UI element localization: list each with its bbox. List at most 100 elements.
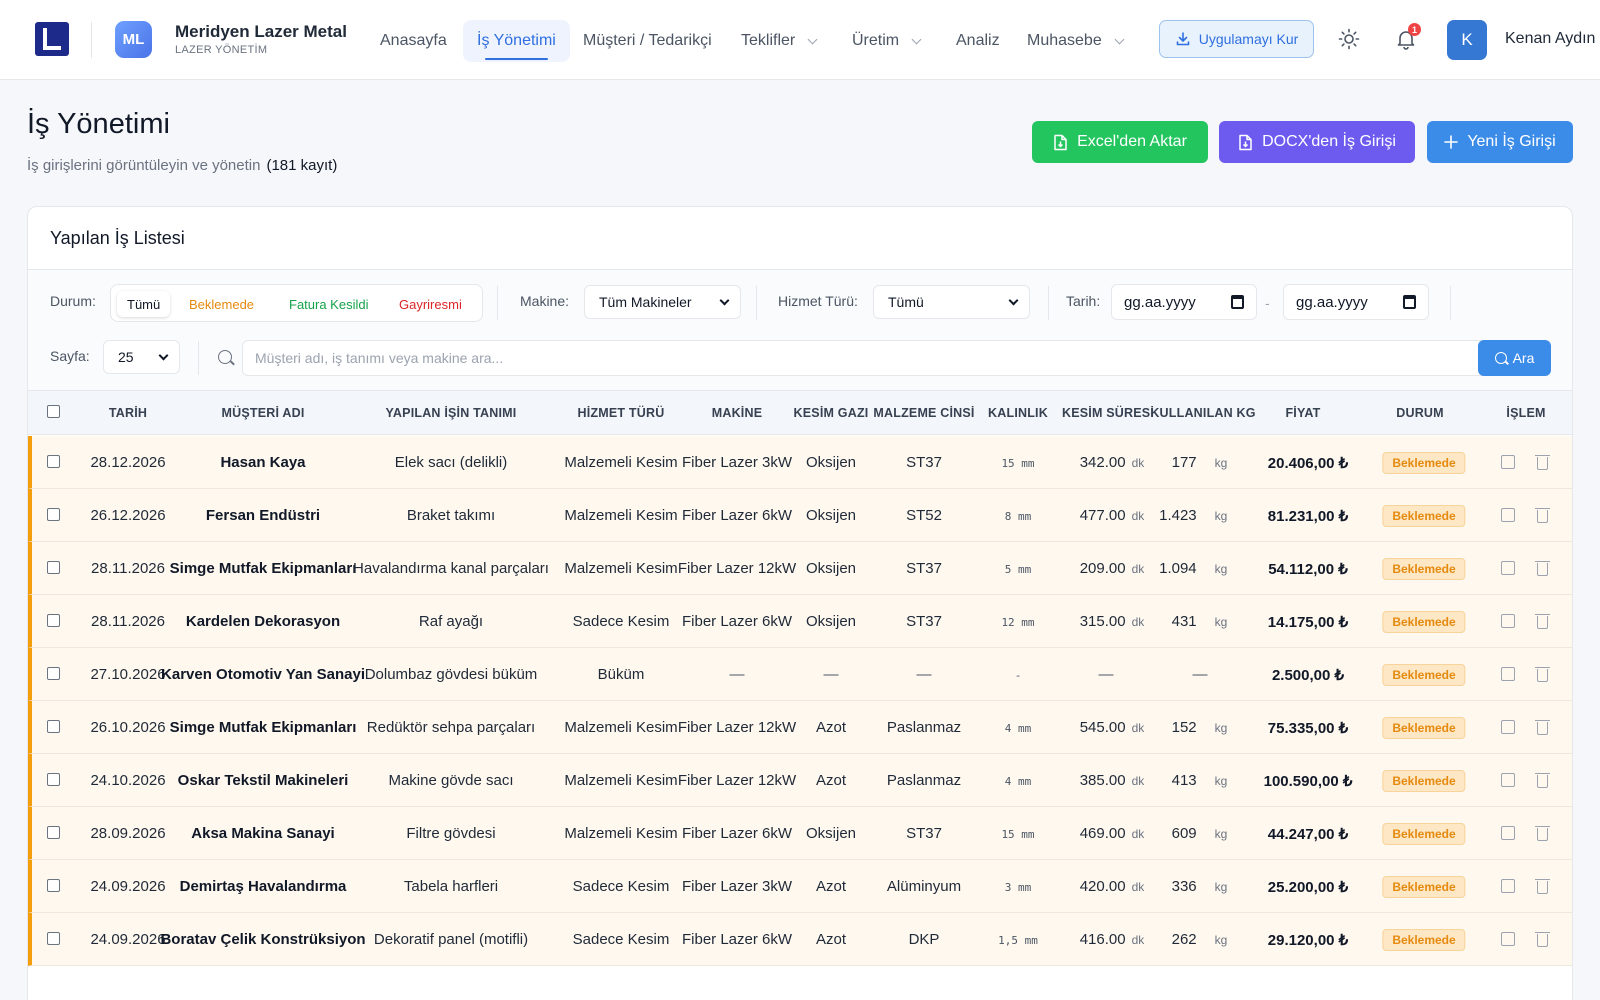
cell-customer: Hasan Kaya xyxy=(220,454,306,471)
nav-quotes[interactable]: Teklifler xyxy=(727,20,830,62)
search-icon xyxy=(1494,352,1507,364)
trash-icon[interactable] xyxy=(1535,773,1550,788)
page-size-select[interactable]: 25 xyxy=(103,340,180,374)
trash-icon[interactable] xyxy=(1535,667,1550,682)
nav-production[interactable]: Üretim xyxy=(838,20,934,62)
user-name[interactable]: Kenan Aydın xyxy=(1505,30,1595,48)
nav-home[interactable]: Anasayfa xyxy=(366,20,461,62)
edit-icon[interactable] xyxy=(1501,773,1515,787)
user-avatar[interactable]: K xyxy=(1447,20,1487,60)
duration-value: 209.00 xyxy=(1079,560,1126,577)
edit-icon[interactable] xyxy=(1501,879,1515,893)
theme-toggle-button[interactable] xyxy=(1331,21,1367,57)
duration-unit: dk xyxy=(1131,827,1145,841)
date-from-input[interactable]: gg.aa.yyyy xyxy=(1111,284,1257,320)
edit-icon[interactable] xyxy=(1501,561,1515,575)
row-checkbox[interactable] xyxy=(47,561,60,574)
cell-gas: Oksijen xyxy=(805,507,857,524)
search-input[interactable]: Müşteri adı, iş tanımı veya makine ara..… xyxy=(242,340,1496,376)
col-material[interactable]: MALZEME CİNSİ xyxy=(873,406,974,420)
app-logo[interactable] xyxy=(35,22,69,56)
trash-icon[interactable] xyxy=(1535,720,1550,735)
row-checkbox[interactable] xyxy=(47,667,60,680)
file-import-icon xyxy=(1054,134,1067,150)
cell-date: 26.12.2026 xyxy=(90,507,166,524)
col-customer[interactable]: MÜŞTERİ ADI xyxy=(222,406,305,420)
cell-description: Dekoratif panel (motifli) xyxy=(373,931,529,948)
status-option-waiting[interactable]: Beklemede xyxy=(179,291,264,317)
notifications-button[interactable]: 1 xyxy=(1388,21,1424,57)
row-checkbox[interactable] xyxy=(47,720,60,733)
new-job-button[interactable]: Yeni İş Girişi xyxy=(1427,121,1573,163)
chevron-down-icon xyxy=(719,295,730,306)
cell-machine: Fiber Lazer 6kW xyxy=(681,825,793,842)
service-type-select[interactable]: Tümü xyxy=(873,285,1030,319)
col-duration[interactable]: KESİM SÜRESİ xyxy=(1062,406,1154,420)
trash-icon[interactable] xyxy=(1535,879,1550,894)
trash-icon[interactable] xyxy=(1535,561,1550,576)
status-option-all[interactable]: Tümü xyxy=(117,291,171,317)
import-docx-button[interactable]: DOCX'den İş Girişi xyxy=(1219,121,1415,163)
status-option-invoiced[interactable]: Fatura Kesildi xyxy=(279,291,378,317)
row-checkbox[interactable] xyxy=(47,508,60,521)
import-excel-button[interactable]: Excel'den Aktar xyxy=(1032,121,1208,163)
table-row[interactable]: 28.12.2026 Hasan Kaya Elek sacı (delikli) M… xyxy=(28,436,1572,489)
table-row[interactable]: 24.10.2026 Oskar Tekstil Makineleri Makine… xyxy=(28,754,1572,807)
row-checkbox[interactable] xyxy=(47,614,60,627)
edit-icon[interactable] xyxy=(1501,826,1515,840)
table-row[interactable]: 26.12.2026 Fersan Endüstri Braket takımı Ma… xyxy=(28,489,1572,542)
status-option-informal[interactable]: Gayriresmi xyxy=(389,291,472,317)
edit-icon[interactable] xyxy=(1501,932,1515,946)
edit-icon[interactable] xyxy=(1501,508,1515,522)
cell-customer: Oskar Tekstil Makineleri xyxy=(177,772,349,789)
duration-value: 385.00 xyxy=(1079,772,1126,789)
table-row[interactable]: 27.10.2026 Karven Otomotiv Yan Sanayi Dolu… xyxy=(28,648,1572,701)
trash-icon[interactable] xyxy=(1535,932,1550,947)
row-checkbox[interactable] xyxy=(47,773,60,786)
calendar-icon[interactable] xyxy=(1403,295,1416,309)
table-row[interactable]: 28.11.2026 Kardelen Dekorasyon Raf ayağı Sa… xyxy=(28,595,1572,648)
trash-icon[interactable] xyxy=(1535,826,1550,841)
cell-thickness: - xyxy=(1014,669,1022,682)
table-row[interactable]: 26.10.2026 Simge Mutfak Ekipmanları Redükt… xyxy=(28,701,1572,754)
col-kg[interactable]: KULLANILAN KG xyxy=(1150,406,1255,420)
table-row[interactable]: 24.09.2026 Demirtaş Havalandırma Tabela ha… xyxy=(28,860,1572,913)
col-machine[interactable]: MAKİNE xyxy=(712,406,763,420)
row-checkbox[interactable] xyxy=(47,826,60,839)
col-status[interactable]: DURUM xyxy=(1396,406,1444,420)
cell-service: Malzemeli Kesim xyxy=(564,507,678,524)
row-checkbox[interactable] xyxy=(47,455,60,468)
nav-accounting[interactable]: Muhasebe xyxy=(1013,20,1137,62)
divider xyxy=(1450,286,1451,320)
edit-icon[interactable] xyxy=(1501,614,1515,628)
install-app-button[interactable]: Uygulamayı Kur xyxy=(1159,20,1314,58)
nav-analysis[interactable]: Analiz xyxy=(942,20,1014,62)
col-service[interactable]: HİZMET TÜRÜ xyxy=(578,406,665,420)
col-description[interactable]: YAPILAN İŞİN TANIMI xyxy=(386,406,517,420)
row-checkbox[interactable] xyxy=(47,932,60,945)
calendar-icon[interactable] xyxy=(1231,295,1244,309)
row-checkbox[interactable] xyxy=(47,879,60,892)
col-date[interactable]: TARİH xyxy=(109,406,147,420)
trash-icon[interactable] xyxy=(1535,614,1550,629)
duration-unit: dk xyxy=(1131,509,1145,523)
table-row[interactable]: 28.09.2026 Aksa Makina Sanayi Filtre gövde… xyxy=(28,807,1572,860)
cell-machine: Fiber Lazer 12kW xyxy=(677,560,797,577)
col-thickness[interactable]: KALINLIK xyxy=(988,406,1048,420)
nav-job-management[interactable]: İş Yönetimi xyxy=(463,20,570,62)
machine-select[interactable]: Tüm Makineler xyxy=(584,285,741,319)
select-all-checkbox[interactable] xyxy=(47,405,60,418)
col-gas[interactable]: KESİM GAZI xyxy=(794,406,869,420)
duration-value: 416.00 xyxy=(1079,931,1126,948)
table-row[interactable]: 28.11.2026 Simge Mutfak Ekipmanları Havala… xyxy=(28,542,1572,595)
search-button[interactable]: Ara xyxy=(1478,340,1551,376)
edit-icon[interactable] xyxy=(1501,455,1515,469)
trash-icon[interactable] xyxy=(1535,508,1550,523)
edit-icon[interactable] xyxy=(1501,667,1515,681)
col-price[interactable]: FİYAT xyxy=(1285,406,1320,420)
table-row[interactable]: 24.09.2026 Boratav Çelik Konstrüksiyon Dek… xyxy=(28,913,1572,966)
trash-icon[interactable] xyxy=(1535,455,1550,470)
nav-customer-supplier[interactable]: Müşteri / Tedarikçi xyxy=(569,20,726,62)
date-to-input[interactable]: gg.aa.yyyy xyxy=(1283,284,1429,320)
edit-icon[interactable] xyxy=(1501,720,1515,734)
